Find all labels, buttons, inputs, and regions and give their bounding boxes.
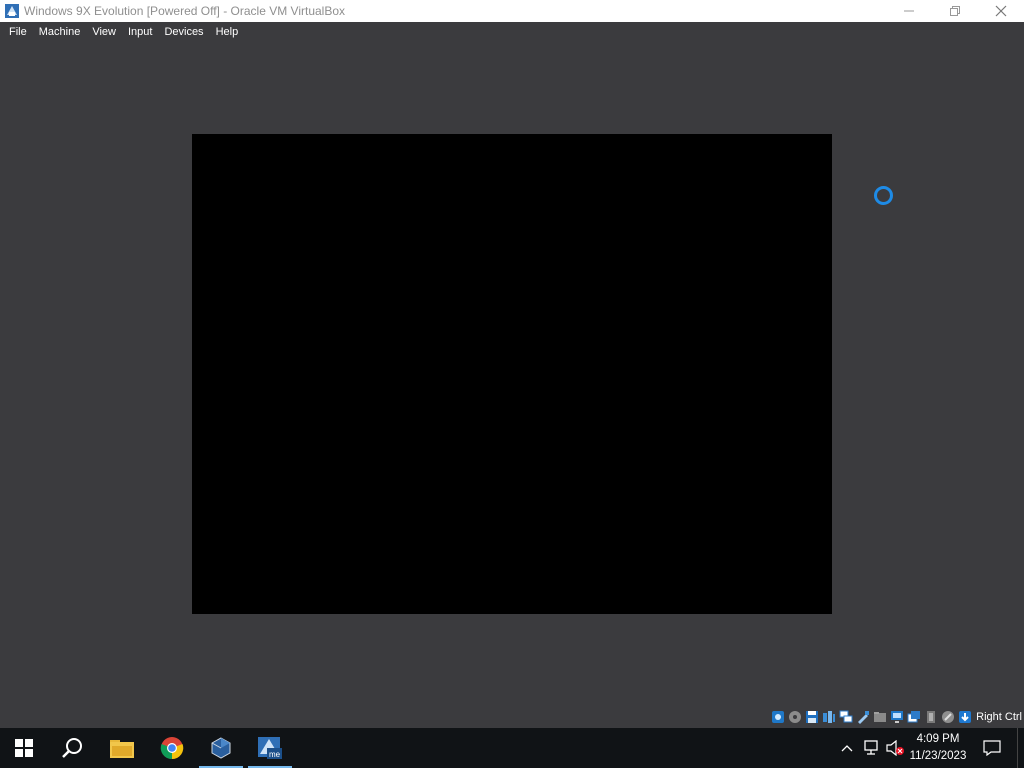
menu-bar: File Machine View Input Devices Help [0, 22, 1024, 42]
menu-file[interactable]: File [3, 22, 33, 42]
menu-help[interactable]: Help [210, 22, 245, 42]
close-button[interactable] [978, 0, 1024, 22]
title-bar[interactable]: Windows 9X Evolution [Powered Off] - Ora… [0, 0, 1024, 22]
window-title: Windows 9X Evolution [Powered Off] - Ora… [24, 4, 346, 18]
network-tray-button[interactable] [861, 738, 881, 758]
chevron-up-icon [841, 745, 853, 752]
shared-folders-icon[interactable] [873, 710, 887, 724]
hard-disk-icon[interactable] [771, 710, 785, 724]
virtualbox-icon [211, 737, 231, 759]
keyboard-icon[interactable] [958, 710, 972, 724]
floppy-icon[interactable] [805, 710, 819, 724]
network-icon[interactable] [839, 710, 853, 724]
display-icon[interactable] [890, 710, 904, 724]
tray-overflow-button[interactable] [837, 738, 857, 758]
restore-icon [950, 6, 960, 16]
menu-view[interactable]: View [86, 22, 122, 42]
vm-status-bar: Right Ctrl [769, 707, 1024, 727]
busy-cursor-icon [874, 186, 893, 205]
show-desktop-button[interactable] [1017, 728, 1024, 768]
chrome-button[interactable] [148, 728, 196, 768]
restore-button[interactable] [932, 0, 978, 22]
recording-icon[interactable] [907, 710, 921, 724]
vm-window-icon: me [258, 737, 282, 759]
vm-window-button[interactable]: me [246, 728, 294, 768]
vm-display[interactable] [192, 134, 832, 614]
minimize-button[interactable] [886, 0, 932, 22]
search-icon [62, 738, 82, 758]
menu-devices[interactable]: Devices [158, 22, 209, 42]
menu-machine[interactable]: Machine [33, 22, 87, 42]
mouse-integration-icon[interactable] [941, 710, 955, 724]
svg-text:me: me [269, 750, 281, 759]
search-button[interactable] [48, 728, 96, 768]
file-explorer-icon [110, 740, 134, 758]
virtualbox-app-icon [4, 3, 20, 19]
cpu-icon[interactable] [924, 710, 938, 724]
chrome-icon [160, 737, 184, 760]
audio-icon[interactable] [822, 710, 836, 724]
virtualbox-button[interactable] [197, 728, 245, 768]
file-explorer-button[interactable] [98, 728, 146, 768]
close-icon [995, 5, 1007, 17]
clock-date: 11/23/2023 [909, 750, 967, 762]
action-center-button[interactable] [982, 738, 1002, 758]
host-key-label: Right Ctrl [976, 711, 1022, 723]
network-tray-icon [864, 740, 878, 755]
menu-input[interactable]: Input [122, 22, 158, 42]
start-button[interactable] [0, 728, 48, 768]
minimize-icon [904, 10, 914, 12]
notification-icon [983, 740, 1001, 756]
taskbar-clock[interactable]: 4:09 PM 11/23/2023 [902, 728, 974, 768]
usb-icon[interactable] [856, 710, 870, 724]
clock-time: 4:09 PM [916, 733, 960, 745]
start-icon [15, 739, 33, 757]
taskbar: me 4:09 PM 11/23/2023 [0, 728, 1024, 768]
optical-drive-icon[interactable] [788, 710, 802, 724]
